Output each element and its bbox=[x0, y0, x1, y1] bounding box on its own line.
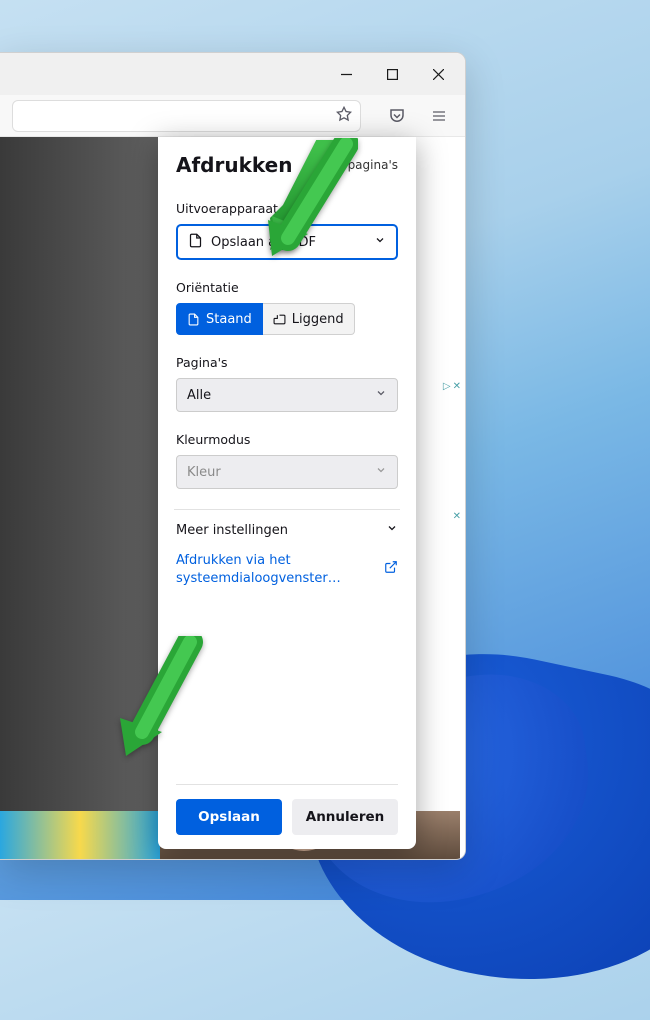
ad-marker: ▷✕ bbox=[443, 381, 461, 392]
cancel-button[interactable]: Annuleren bbox=[292, 799, 398, 835]
maximize-button[interactable] bbox=[369, 53, 415, 95]
chevron-down-icon bbox=[375, 387, 387, 403]
window-titlebar bbox=[0, 53, 465, 95]
external-link-icon bbox=[384, 560, 398, 580]
hamburger-menu-icon[interactable] bbox=[425, 102, 453, 130]
chevron-down-icon bbox=[386, 522, 398, 538]
close-button[interactable] bbox=[415, 53, 461, 95]
thumbnail bbox=[0, 811, 160, 859]
system-dialog-link[interactable]: Afdrukken via het systeemdialoogvenster… bbox=[176, 552, 346, 587]
chevron-down-icon bbox=[374, 234, 386, 250]
browser-toolbar bbox=[0, 95, 465, 137]
pocket-icon[interactable] bbox=[383, 102, 411, 130]
page-count: 11 pagina's bbox=[328, 158, 398, 172]
output-device-dropdown[interactable]: Opslaan als PDF bbox=[176, 224, 398, 260]
bookmark-star-icon[interactable] bbox=[336, 106, 352, 126]
pages-dropdown[interactable]: Alle bbox=[176, 378, 398, 412]
output-device-value: Opslaan als PDF bbox=[211, 235, 316, 250]
chevron-down-icon bbox=[375, 464, 387, 480]
color-mode-dropdown[interactable]: Kleur bbox=[176, 455, 398, 489]
divider bbox=[174, 509, 400, 510]
address-bar[interactable] bbox=[12, 100, 361, 132]
output-device-label: Uitvoerapparaat bbox=[176, 201, 398, 216]
dialog-title: Afdrukken bbox=[176, 153, 292, 177]
pages-value: Alle bbox=[187, 388, 211, 403]
pages-label: Pagina's bbox=[176, 355, 398, 370]
orientation-landscape-button[interactable]: Liggend bbox=[263, 303, 355, 335]
print-dialog: Afdrukken 11 pagina's Uitvoerapparaat Op… bbox=[158, 137, 416, 849]
color-mode-value: Kleur bbox=[187, 465, 221, 480]
ad-marker-corner: ✕ bbox=[453, 511, 461, 522]
browser-window: ▷✕ ✕ Afdrukken 11 pagina's Uitvoerappara… bbox=[0, 52, 466, 860]
color-mode-label: Kleurmodus bbox=[176, 432, 398, 447]
minimize-button[interactable] bbox=[323, 53, 369, 95]
orientation-label: Oriëntatie bbox=[176, 280, 398, 295]
dialog-footer: Opslaan Annuleren bbox=[176, 784, 398, 835]
save-button[interactable]: Opslaan bbox=[176, 799, 282, 835]
more-settings-toggle[interactable]: Meer instellingen bbox=[176, 522, 398, 538]
print-preview-dark-area bbox=[0, 137, 158, 859]
content-area: ▷✕ ✕ Afdrukken 11 pagina's Uitvoerappara… bbox=[0, 137, 465, 859]
orientation-portrait-button[interactable]: Staand bbox=[176, 303, 263, 335]
document-icon bbox=[188, 233, 203, 252]
